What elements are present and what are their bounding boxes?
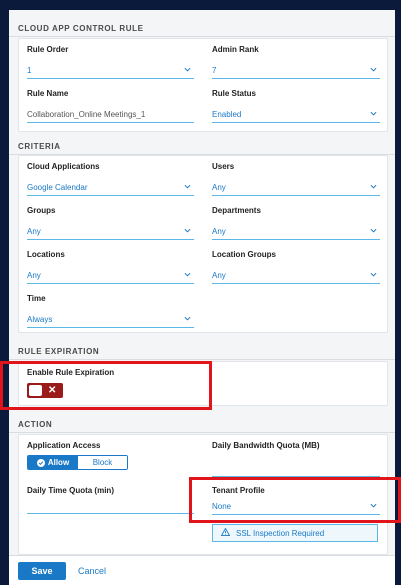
rule-status-field: Rule Status Enabled <box>212 89 380 123</box>
daily-time-quota-field: Daily Time Quota (min) <box>27 486 194 520</box>
enable-rule-expiration-field: Enable Rule Expiration <box>27 368 197 382</box>
time-label: Time <box>27 294 46 303</box>
departments-value: Any <box>212 226 226 236</box>
admin-rank-field: Admin Rank 7 <box>212 45 380 79</box>
rule-name-label: Rule Name <box>27 89 69 98</box>
chevron-down-icon <box>370 183 377 190</box>
check-icon <box>36 458 45 467</box>
departments-select[interactable]: Any <box>212 223 380 240</box>
time-select[interactable]: Always <box>27 311 194 328</box>
section-divider <box>9 432 395 433</box>
time-field: Time Always <box>27 294 194 328</box>
section-title-cloud-app-control-rule: CLOUD APP CONTROL RULE <box>18 24 144 33</box>
enable-rule-expiration-label: Enable Rule Expiration <box>27 368 115 377</box>
cloud-applications-value: Google Calendar <box>27 182 88 192</box>
tenant-profile-value: None <box>212 501 232 511</box>
daily-bandwidth-quota-input[interactable] <box>212 460 380 477</box>
tenant-profile-select[interactable]: None <box>212 498 380 515</box>
cloud-applications-field: Cloud Applications Google Calendar <box>27 162 194 196</box>
chevron-down-icon <box>370 227 377 234</box>
rule-status-value: Enabled <box>212 109 242 119</box>
cloud-applications-label: Cloud Applications <box>27 162 100 171</box>
section-divider <box>9 36 395 37</box>
block-label: Block <box>92 458 113 467</box>
section-divider <box>9 359 395 360</box>
rule-name-input[interactable]: Collaboration_Online Meetings_1 <box>27 106 194 123</box>
locations-value: Any <box>27 270 41 280</box>
admin-rank-select[interactable]: 7 <box>212 62 380 79</box>
tenant-profile-field: Tenant Profile None <box>212 486 380 520</box>
scroll-edge <box>395 10 401 585</box>
ssl-inspection-notice: SSL Inspection Required <box>212 524 378 542</box>
location-groups-select[interactable]: Any <box>212 267 380 284</box>
users-value: Any <box>212 182 226 192</box>
daily-bandwidth-quota-field: Daily Bandwidth Quota (MB) <box>212 441 380 477</box>
chevron-down-icon <box>370 110 377 117</box>
application-access-toggle: Allow Block <box>27 455 128 470</box>
form-footer <box>9 555 395 585</box>
chevron-down-icon <box>370 502 377 509</box>
cancel-button[interactable]: Cancel <box>78 562 106 580</box>
rule-status-label: Rule Status <box>212 89 257 98</box>
departments-label: Departments <box>212 206 261 215</box>
section-title-action: ACTION <box>18 420 53 429</box>
tenant-profile-label: Tenant Profile <box>212 486 265 495</box>
allow-label: Allow <box>47 458 70 467</box>
application-access-label: Application Access <box>27 441 101 450</box>
daily-time-quota-label: Daily Time Quota (min) <box>27 486 114 495</box>
allow-option[interactable]: Allow <box>28 456 78 469</box>
admin-rank-label: Admin Rank <box>212 45 259 54</box>
time-value: Always <box>27 314 53 324</box>
location-groups-label: Location Groups <box>212 250 276 259</box>
chevron-down-icon <box>184 271 191 278</box>
groups-value: Any <box>27 226 41 236</box>
groups-select[interactable]: Any <box>27 223 194 240</box>
groups-field: Groups Any <box>27 206 194 240</box>
rule-name-field: Rule Name Collaboration_Online Meetings_… <box>27 89 194 123</box>
chevron-down-icon <box>184 183 191 190</box>
users-select[interactable]: Any <box>212 179 380 196</box>
rule-order-select[interactable]: 1 <box>27 62 194 79</box>
rule-order-value: 1 <box>27 65 32 75</box>
users-label: Users <box>212 162 235 171</box>
groups-label: Groups <box>27 206 56 215</box>
section-title-criteria: CRITERIA <box>18 142 61 151</box>
admin-rank-value: 7 <box>212 65 217 75</box>
enable-rule-expiration-toggle[interactable]: ✕ <box>27 383 63 398</box>
warning-icon <box>220 527 231 538</box>
daily-time-quota-input[interactable] <box>27 497 194 514</box>
rule-status-select[interactable]: Enabled <box>212 106 380 123</box>
rule-name-value: Collaboration_Online Meetings_1 <box>27 109 146 119</box>
section-title-rule-expiration: RULE EXPIRATION <box>18 347 100 356</box>
users-field: Users Any <box>212 162 380 196</box>
chevron-down-icon <box>184 227 191 234</box>
location-groups-field: Location Groups Any <box>212 250 380 284</box>
chevron-down-icon <box>370 66 377 73</box>
chevron-down-icon <box>184 66 191 73</box>
chevron-down-icon <box>370 271 377 278</box>
location-groups-value: Any <box>212 270 226 280</box>
locations-field: Locations Any <box>27 250 194 284</box>
ssl-inspection-text: SSL Inspection Required <box>236 528 325 538</box>
save-button[interactable]: Save <box>18 562 66 580</box>
toggle-knob <box>29 385 42 396</box>
chevron-down-icon <box>184 315 191 322</box>
application-access-field: Application Access <box>27 441 194 453</box>
daily-bandwidth-quota-label: Daily Bandwidth Quota (MB) <box>212 441 320 450</box>
departments-field: Departments Any <box>212 206 380 240</box>
rule-order-label: Rule Order <box>27 45 69 54</box>
cloud-applications-select[interactable]: Google Calendar <box>27 179 194 196</box>
locations-label: Locations <box>27 250 65 259</box>
locations-select[interactable]: Any <box>27 267 194 284</box>
block-option[interactable]: Block <box>78 456 127 469</box>
x-icon: ✕ <box>48 384 57 396</box>
rule-order-field: Rule Order 1 <box>27 45 194 79</box>
